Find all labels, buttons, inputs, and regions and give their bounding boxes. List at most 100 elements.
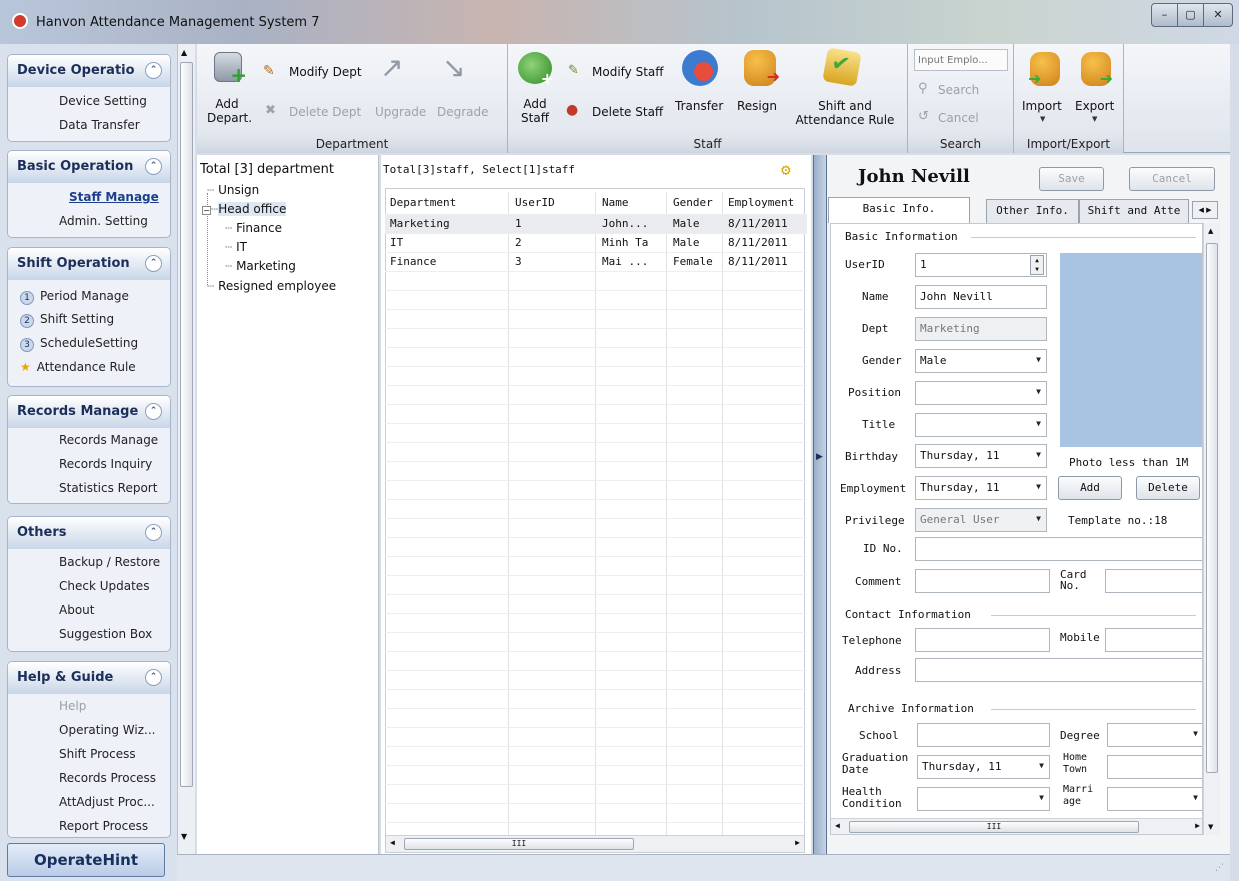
privilege-select[interactable]: General User xyxy=(915,508,1047,532)
chevron-up-icon[interactable]: ⌃ xyxy=(145,62,162,79)
sidebar-group-header[interactable]: Records Manage ⌃ xyxy=(8,396,170,428)
shift-attendance-rule-button[interactable]: Shift and Attendance Rule xyxy=(790,99,900,127)
resign-button[interactable]: Resign xyxy=(737,99,777,113)
tab-shift-attendance[interactable]: Shift and Atte xyxy=(1079,199,1189,223)
delete-department-button[interactable]: Delete Dept xyxy=(289,105,361,119)
tree-node-head-office[interactable]: −┄Head office xyxy=(202,202,287,216)
search-input[interactable] xyxy=(914,49,1008,71)
comment-field[interactable] xyxy=(915,569,1050,593)
tab-scroll-arrows[interactable]: ◀ ▶ xyxy=(1192,201,1218,219)
scroll-left-icon[interactable]: ◀ xyxy=(835,821,840,830)
tab-other-info[interactable]: Other Info. xyxy=(986,199,1079,223)
cancel-search-button[interactable]: Cancel xyxy=(938,111,979,125)
gender-select[interactable]: Male xyxy=(915,349,1047,373)
sidebar-item-records-manage[interactable]: Records Manage xyxy=(59,433,158,447)
sidebar-item-about[interactable]: About xyxy=(59,603,94,617)
table-row[interactable]: Marketing 1 John... Male 8/11/2011 xyxy=(385,214,807,233)
degrade-button[interactable]: Degrade xyxy=(437,105,489,119)
scrollbar-thumb[interactable] xyxy=(1206,243,1218,773)
chevron-up-icon[interactable]: ⌃ xyxy=(145,669,162,686)
chevron-up-icon[interactable]: ⌃ xyxy=(145,158,162,175)
upgrade-button[interactable]: Upgrade xyxy=(375,105,426,119)
sidebar-item-report-process[interactable]: Report Process xyxy=(59,819,148,833)
close-button[interactable]: ✕ xyxy=(1203,3,1233,27)
delete-staff-button[interactable]: Delete Staff xyxy=(592,105,663,119)
add-department-button[interactable]: Add Depart. xyxy=(207,97,252,125)
sidebar-item-device-setting[interactable]: Device Setting xyxy=(59,94,147,108)
sidebar-scrollbar[interactable]: ▲ ▼ xyxy=(177,44,195,854)
modify-department-button[interactable]: Modify Dept xyxy=(289,65,362,79)
modify-staff-button[interactable]: Modify Staff xyxy=(592,65,664,79)
tree-node-it[interactable]: ┄ IT xyxy=(225,240,247,254)
resize-grip-icon[interactable]: ⋰ xyxy=(1215,863,1224,873)
grid-header-department[interactable]: Department xyxy=(390,192,456,214)
refresh-icon[interactable]: ⚙ xyxy=(781,160,791,179)
form-vertical-scrollbar[interactable]: ▲ ▼ xyxy=(1203,223,1220,835)
dept-field[interactable]: Marketing xyxy=(915,317,1047,341)
health-condition-select[interactable] xyxy=(917,787,1050,811)
sidebar-item-data-transfer[interactable]: Data Transfer xyxy=(59,118,140,132)
form-horizontal-scrollbar[interactable]: ◀ III ▶ xyxy=(831,818,1202,834)
sidebar-item-suggestion-box[interactable]: Suggestion Box xyxy=(59,627,152,641)
scrollbar-thumb[interactable]: III xyxy=(849,821,1139,833)
chevron-down-icon[interactable]: ▼ xyxy=(1092,115,1097,123)
userid-stepper[interactable]: ▲ ▼ xyxy=(1030,255,1044,275)
scroll-down-icon[interactable]: ▼ xyxy=(1208,823,1213,831)
birthday-picker[interactable]: Thursday, 11 xyxy=(915,444,1047,468)
tree-node-finance[interactable]: ┄ Finance xyxy=(225,221,282,235)
sidebar-item-schedule-setting[interactable]: 3 ScheduleSetting xyxy=(20,336,138,352)
search-button[interactable]: Search xyxy=(938,83,979,97)
sidebar-group-header[interactable]: Basic Operation ⌃ xyxy=(8,151,170,183)
graduation-date-picker[interactable]: Thursday, 11 xyxy=(917,755,1050,779)
sidebar-item-check-updates[interactable]: Check Updates xyxy=(59,579,149,593)
sidebar-group-header[interactable]: Shift Operation ⌃ xyxy=(8,248,170,280)
marriage-select[interactable] xyxy=(1107,787,1202,811)
sidebar-item-admin-setting[interactable]: Admin. Setting xyxy=(59,214,148,228)
sidebar-item-period-manage[interactable]: 1 Period Manage xyxy=(20,289,129,305)
grid-header-userid[interactable]: UserID xyxy=(515,192,555,214)
userid-field[interactable]: 1 xyxy=(915,253,1047,277)
chevron-up-icon[interactable]: ⌃ xyxy=(145,255,162,272)
sidebar-group-header[interactable]: Help & Guide ⌃ xyxy=(8,662,170,694)
chevron-up-icon[interactable]: ⌃ xyxy=(145,524,162,541)
scroll-right-icon[interactable]: ▶ xyxy=(1195,821,1200,830)
grid-header-employment[interactable]: Employment xyxy=(728,192,794,214)
mobile-field[interactable] xyxy=(1105,628,1202,652)
sidebar-item-operating-wizard[interactable]: Operating Wiz... xyxy=(59,723,156,737)
sidebar-group-header[interactable]: Others ⌃ xyxy=(8,517,170,549)
telephone-field[interactable] xyxy=(915,628,1050,652)
id-number-field[interactable] xyxy=(915,537,1202,561)
employment-picker[interactable]: Thursday, 11 xyxy=(915,476,1047,500)
import-button[interactable]: Import xyxy=(1022,99,1062,113)
grid-header-gender[interactable]: Gender xyxy=(673,192,713,214)
panel-splitter[interactable]: ▶ xyxy=(813,155,827,855)
sidebar-item-shift-process[interactable]: Shift Process xyxy=(59,747,136,761)
sidebar-item-shift-setting[interactable]: 2 Shift Setting xyxy=(20,312,114,328)
card-number-field[interactable] xyxy=(1105,569,1202,593)
maximize-button[interactable]: ▢ xyxy=(1177,3,1204,27)
grid-header-name[interactable]: Name xyxy=(602,192,629,214)
tree-node-marketing[interactable]: ┄ Marketing xyxy=(225,259,296,273)
sidebar-group-header[interactable]: Device Operatio ⌃ xyxy=(8,55,170,87)
tree-node-unsign[interactable]: ┄ Unsign xyxy=(207,183,259,197)
chevron-up-icon[interactable]: ⌃ xyxy=(145,403,162,420)
sidebar-item-attendance-rule[interactable]: ★ Attendance Rule xyxy=(20,360,136,374)
scroll-down-icon[interactable]: ▼ xyxy=(181,832,187,841)
table-row[interactable]: Finance 3 Mai ... Female 8/11/2011 xyxy=(385,252,807,271)
tab-basic-info[interactable]: Basic Info. xyxy=(828,197,970,223)
expand-arrow-icon[interactable]: ▶ xyxy=(816,452,823,462)
operate-hint-button[interactable]: OperateHint xyxy=(7,843,165,877)
tree-node-resigned[interactable]: ┄ Resigned employee xyxy=(207,279,336,293)
position-select[interactable] xyxy=(915,381,1047,405)
chevron-down-icon[interactable]: ▼ xyxy=(1040,115,1045,123)
cancel-button[interactable]: Cancel xyxy=(1129,167,1215,191)
school-field[interactable] xyxy=(917,723,1050,747)
degree-select[interactable] xyxy=(1107,723,1202,747)
sidebar-item-records-process[interactable]: Records Process xyxy=(59,771,156,785)
name-field[interactable]: John Nevill xyxy=(915,285,1047,309)
sidebar-item-attadjust-process[interactable]: AttAdjust Proc... xyxy=(59,795,155,809)
sidebar-item-statistics-report[interactable]: Statistics Report xyxy=(59,481,157,495)
table-row[interactable]: IT 2 Minh Ta Male 8/11/2011 xyxy=(385,233,807,252)
add-staff-button[interactable]: Add Staff xyxy=(518,97,552,125)
address-field[interactable] xyxy=(915,658,1202,682)
